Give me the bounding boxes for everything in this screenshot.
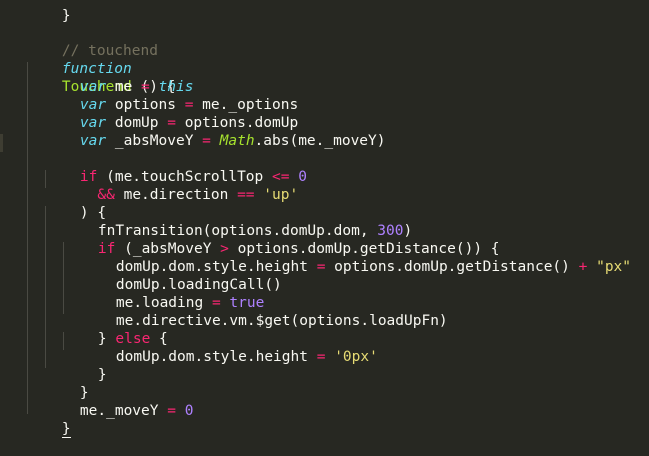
code-number: 0 <box>298 169 307 185</box>
code-line: domUp.loadingCall() <box>81 258 282 293</box>
code-operator: = <box>202 133 211 149</box>
code-line: } else { <box>63 312 168 347</box>
code-line: domUp.dom.style.height = options.domUp.g… <box>81 240 631 275</box>
code-line: me._moveY = 0 <box>45 384 194 419</box>
code-line: fnTransition(options.domUp.dom, 300) <box>63 204 412 239</box>
code-line: if (me.touchScrollTop <= 0 <box>45 150 307 185</box>
code-line: var options = me._options <box>45 78 298 113</box>
code-operator: == <box>237 187 255 203</box>
indent-guide <box>27 62 28 414</box>
code-operator: = <box>167 403 176 419</box>
code-string: "px" <box>596 259 632 275</box>
code-line: me.directive.vm.$get(options.loadUpFn) <box>81 294 448 329</box>
code-line: me.loading = true <box>81 276 264 311</box>
code-operator: = <box>316 349 326 365</box>
code-token: options.domUp.getDistance() <box>325 259 579 275</box>
code-keyword: var <box>79 133 107 149</box>
code-token: _absMoveY <box>106 133 203 149</box>
code-token: domUp.dom.style.height <box>115 349 317 365</box>
code-token: } <box>61 421 71 438</box>
code-line: && me.direction == 'up' <box>45 168 298 203</box>
code-line: } <box>63 348 107 383</box>
code-string: 'up' <box>263 187 299 203</box>
code-number: 0 <box>184 403 194 419</box>
code-line: var _absMoveY = Math.abs(me._moveY) <box>45 114 386 149</box>
gutter-marker <box>0 134 3 152</box>
code-builtin: Math <box>219 133 255 149</box>
code-line: var me = this <box>45 60 194 95</box>
code-line: if (_absMoveY > options.domUp.getDistanc… <box>63 222 500 257</box>
code-string: '0px' <box>334 349 378 365</box>
code-line: function Touchend () { <box>27 42 176 95</box>
code-token: me.direction <box>114 187 238 203</box>
code-line: } <box>45 366 89 401</box>
code-line: } <box>27 0 71 24</box>
code-token: me._moveY <box>79 403 168 419</box>
code-line: ) { <box>45 186 106 221</box>
code-line: domUp.dom.style.height = '0px' <box>81 330 378 365</box>
code-token: } <box>97 367 107 383</box>
code-editor[interactable]: } // touchend function Touchend () { var… <box>0 0 649 438</box>
code-line: var domUp = options.domUp <box>45 96 298 131</box>
code-line: } <box>27 402 71 438</box>
code-line: // touchend <box>27 24 158 59</box>
code-token: .abs(me._moveY) <box>254 133 386 149</box>
code-operator: + <box>578 259 588 275</box>
code-token: } <box>61 8 71 24</box>
